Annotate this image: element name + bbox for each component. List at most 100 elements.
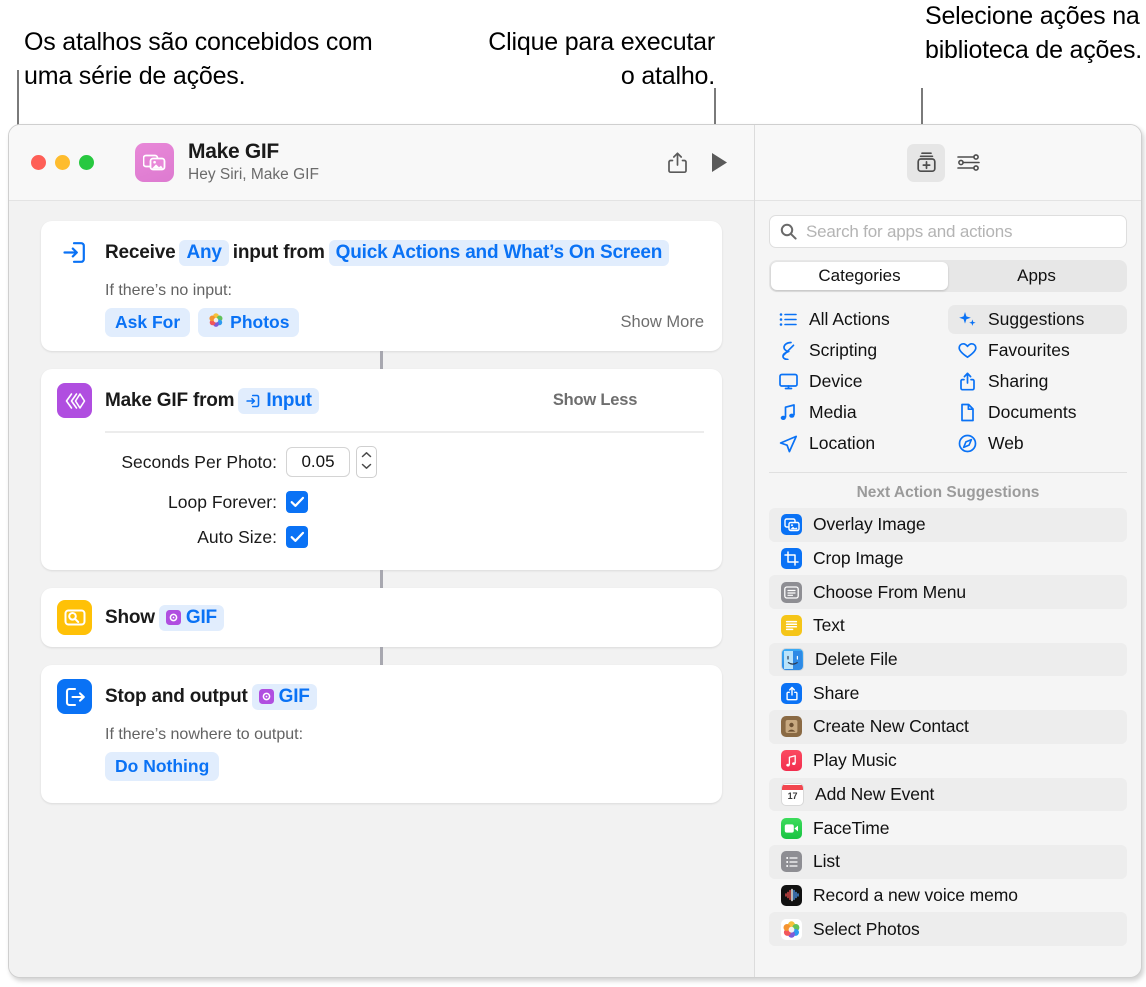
list-item[interactable]: Record a new voice memo [769, 879, 1127, 913]
action-card-show[interactable]: Show GIF [41, 588, 722, 647]
sliders-icon[interactable] [949, 144, 987, 182]
share-button[interactable] [658, 144, 696, 182]
category-grid: All Actions Suggestions Scripting Favour… [769, 305, 1127, 473]
input-type-token[interactable]: Any [179, 239, 229, 266]
suggestion-label: Crop Image [813, 548, 904, 569]
seconds-per-photo-input[interactable]: 0.05 [286, 447, 350, 477]
list-item[interactable]: FaceTime [769, 811, 1127, 845]
list-item[interactable]: Delete File [769, 642, 1127, 677]
music-icon [781, 750, 802, 772]
photos-icon [208, 312, 224, 333]
list-item[interactable]: 17 Add New Event [769, 777, 1127, 812]
loop-forever-checkbox[interactable] [286, 491, 308, 513]
safari-icon [956, 434, 978, 453]
input-variable-token[interactable]: Input [238, 387, 319, 414]
text-icon [781, 615, 802, 637]
action-connector [380, 570, 383, 588]
category-label: Favourites [988, 340, 1070, 360]
calendar-day: 17 [787, 791, 798, 802]
search-input[interactable]: Search for apps and actions [769, 215, 1127, 248]
library-tabs[interactable]: Categories Apps [769, 260, 1127, 292]
list-item[interactable]: Play Music [769, 744, 1127, 778]
category-device[interactable]: Device [769, 367, 948, 396]
gif-variable-token[interactable]: GIF [251, 683, 317, 710]
list-item[interactable]: Overlay Image [769, 508, 1127, 542]
ask-for-pill[interactable]: Ask For [105, 308, 191, 337]
suggestion-label: List [813, 851, 840, 872]
receive-input-icon [57, 235, 92, 270]
category-sharing[interactable]: Sharing [948, 367, 1127, 396]
suggestion-label: Record a new voice memo [813, 884, 1018, 905]
suggestion-label: Share [813, 682, 860, 703]
suggestion-label: Create New Contact [813, 716, 969, 737]
list-item[interactable]: Choose From Menu [769, 575, 1127, 610]
list-item[interactable]: List [769, 844, 1127, 879]
voice-memos-icon [781, 884, 802, 906]
category-documents[interactable]: Documents [948, 398, 1127, 427]
input-source-token[interactable]: Quick Actions and What’s On Screen [328, 239, 670, 266]
category-label: Media [809, 402, 857, 422]
show-more-toggle[interactable]: Show More [621, 313, 704, 332]
action-title: Make GIF from Input Show Less [105, 387, 638, 414]
shortcuts-window: Make GIF Hey Siri, Make GIF Receive Any … [8, 124, 1142, 978]
category-media[interactable]: Media [769, 398, 948, 427]
share-action-icon [781, 682, 802, 704]
category-label: Sharing [988, 371, 1049, 391]
action-card-make-gif[interactable]: Make GIF from Input Show Less Seconds Pe… [41, 369, 722, 570]
category-web[interactable]: Web [948, 429, 1127, 458]
close-button[interactable] [31, 155, 46, 170]
no-input-label: If there’s no input: [105, 282, 232, 299]
photos-icon [781, 918, 802, 940]
do-nothing-pill[interactable]: Do Nothing [105, 752, 220, 781]
nowhere-to-output-label: If there’s nowhere to output: [105, 726, 304, 743]
category-label: Web [988, 433, 1024, 453]
show-less-toggle[interactable]: Show Less [553, 391, 638, 410]
list-item[interactable]: Select Photos [769, 912, 1127, 946]
shortcut-editor-pane: Make GIF Hey Siri, Make GIF Receive Any … [9, 125, 754, 977]
auto-size-checkbox[interactable] [286, 526, 308, 548]
tab-apps[interactable]: Apps [948, 262, 1125, 290]
maximize-button[interactable] [79, 155, 94, 170]
list-item[interactable]: Share [769, 676, 1127, 710]
photos-stack-icon [135, 143, 174, 182]
category-label: Suggestions [988, 309, 1085, 329]
display-icon [777, 373, 799, 390]
suggestion-label: Choose From Menu [813, 581, 967, 602]
suggestion-label: Add New Event [815, 783, 935, 804]
action-title-part: Make GIF from [105, 389, 235, 411]
gif-variable-token[interactable]: GIF [158, 604, 224, 631]
suggestion-label: Text [813, 615, 845, 636]
list-item[interactable]: Create New Contact [769, 710, 1127, 744]
action-card-stop-and-output[interactable]: Stop and output GIF If there’s nowhere t… [41, 665, 722, 803]
photos-pill[interactable]: Photos [198, 308, 300, 337]
param-label: Loop Forever: [168, 491, 277, 512]
nowhere-to-output-pills: Do Nothing [105, 752, 704, 781]
callout-run-shortcut: Clique para executar o atalho. [488, 28, 715, 90]
category-all-actions[interactable]: All Actions [769, 305, 948, 334]
suggestions-heading: Next Action Suggestions [856, 484, 1040, 501]
category-favourites[interactable]: Favourites [948, 336, 1127, 365]
chevron-up-icon[interactable] [361, 451, 372, 462]
list-icon [781, 851, 802, 873]
action-title-part: Receive [105, 241, 176, 263]
add-action-icon[interactable] [907, 143, 945, 182]
window-controls[interactable] [31, 155, 94, 170]
crop-image-icon [781, 548, 802, 570]
param-label: Auto Size: [197, 526, 277, 547]
quantity-stepper[interactable] [356, 446, 377, 478]
list-item[interactable]: Text [769, 609, 1127, 643]
action-card-receive-input[interactable]: Receive Any input from Quick Actions and… [41, 221, 722, 351]
param-auto-size: Auto Size: [57, 526, 704, 556]
suggestion-label: Delete File [815, 649, 898, 670]
category-suggestions[interactable]: Suggestions [948, 305, 1127, 334]
action-title-part: Stop and output [105, 685, 248, 707]
gif-var-icon [165, 610, 181, 625]
category-location[interactable]: Location [769, 429, 948, 458]
play-button[interactable] [700, 144, 738, 182]
category-scripting[interactable]: Scripting [769, 336, 948, 365]
list-item[interactable]: Crop Image [769, 542, 1127, 576]
minimize-button[interactable] [55, 155, 70, 170]
chevron-down-icon[interactable] [361, 462, 372, 473]
category-label: Scripting [809, 340, 878, 360]
tab-categories[interactable]: Categories [771, 262, 948, 290]
